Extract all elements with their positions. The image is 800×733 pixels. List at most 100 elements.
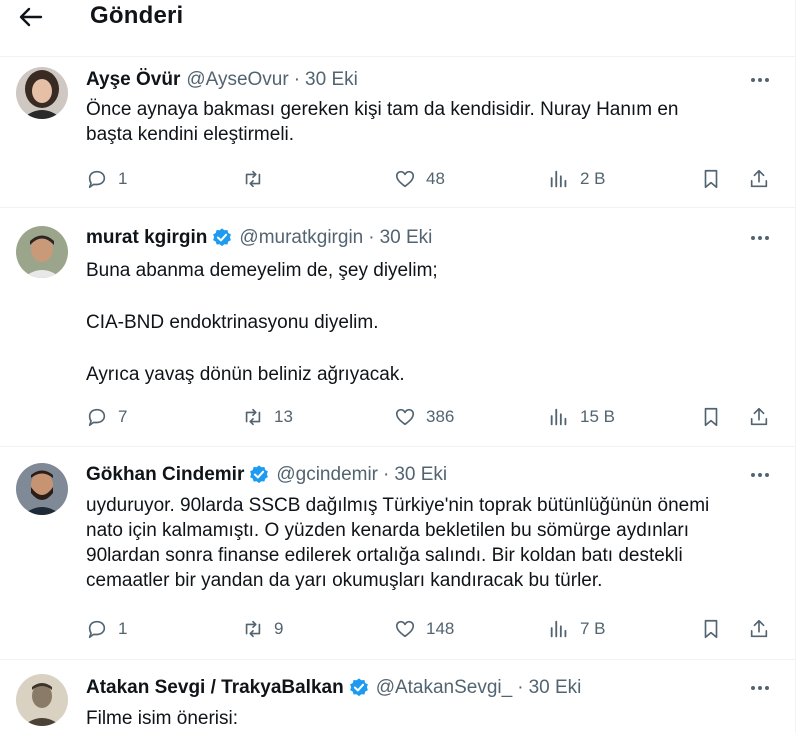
views-button[interactable]: 15 B: [548, 404, 615, 430]
author-handle[interactable]: @AtakanSevgi_: [376, 677, 513, 699]
post-paragraph: Filme isim önerisi:: [86, 708, 239, 729]
post-paragraph: Ayrıca yavaş dönün beliniz ağrıyacak.: [86, 364, 405, 385]
post-paragraph: CIA-BND endoktrinasyonu diyelim.: [86, 312, 379, 333]
author-name[interactable]: Gökhan Cindemir: [86, 464, 244, 486]
views-icon: [550, 408, 567, 426]
avatar[interactable]: [16, 674, 68, 726]
bookmark-icon: [704, 407, 718, 427]
post-header: Ayşe Övür @AyseOvur · 30 Eki: [86, 69, 358, 91]
post-text: Filme isim önerisi:: [86, 706, 776, 731]
views-button[interactable]: 7 B: [548, 616, 606, 642]
reply-button[interactable]: 7: [86, 404, 127, 430]
separator-dot: ·: [368, 227, 375, 248]
post-header: Atakan Sevgi / TrakyaBalkan @AtakanSevgi…: [86, 677, 581, 699]
post-text: uyduruyor. 90larda SSCB dağılmış Türkiye…: [86, 493, 776, 593]
like-button[interactable]: 48: [394, 166, 445, 192]
author-name[interactable]: Ayşe Övür: [86, 69, 180, 91]
post-time[interactable]: 30 Eki: [380, 227, 433, 249]
post-actions: 1 9 148 7 B: [86, 616, 776, 642]
repost-button[interactable]: [242, 166, 264, 192]
bookmark-icon: [704, 619, 718, 639]
post-time[interactable]: 30 Eki: [394, 464, 447, 486]
reply-count: 1: [118, 619, 128, 638]
repost-icon: [245, 170, 261, 188]
post-actions: 1 48 2 B: [86, 166, 776, 192]
repost-icon: [245, 620, 261, 638]
reply-icon: [88, 170, 106, 189]
like-icon: [395, 620, 415, 638]
reply-button[interactable]: 1: [86, 166, 127, 192]
author-handle[interactable]: @gcindemir: [276, 464, 378, 486]
repost-icon: [245, 408, 261, 426]
like-button[interactable]: 148: [394, 616, 454, 642]
more-options-button[interactable]: [748, 228, 772, 248]
views-count: 7 B: [580, 619, 606, 638]
more-options-button[interactable]: [748, 678, 772, 698]
share-icon: [750, 169, 768, 188]
separator-dot: ·: [383, 464, 390, 485]
like-count: 48: [426, 169, 445, 188]
reply-icon: [88, 620, 106, 639]
arrow-left-icon: [19, 7, 43, 27]
bookmark-icon: [704, 169, 718, 189]
avatar[interactable]: [16, 463, 68, 515]
repost-button[interactable]: 9: [242, 616, 283, 642]
post-paragraph: uyduruyor. 90larda SSCB dağılmış Türkiye…: [86, 495, 710, 591]
like-count: 386: [426, 407, 455, 426]
back-button[interactable]: [14, 4, 48, 30]
reply-count: 7: [118, 407, 128, 426]
post-time[interactable]: 30 Eki: [305, 69, 358, 91]
column-border: [795, 0, 796, 732]
author-name[interactable]: Atakan Sevgi / TrakyaBalkan: [86, 677, 344, 699]
post-actions: 7 13 386 15 B: [86, 404, 776, 430]
post-header: Gökhan Cindemir @gcindemir · 30 Eki: [86, 464, 447, 486]
views-icon: [550, 620, 567, 638]
post-paragraph: Buna abanma demeyelim de, şey diyelim;: [86, 260, 438, 281]
reply-icon: [88, 408, 106, 427]
post[interactable]: murat kgirgin @muratkgirgin · 30 Eki Bun…: [0, 207, 795, 446]
like-icon: [395, 170, 415, 188]
views-button[interactable]: 2 B: [548, 166, 606, 192]
more-options-button[interactable]: [748, 70, 772, 90]
post[interactable]: Atakan Sevgi / TrakyaBalkan @AtakanSevgi…: [0, 659, 795, 733]
share-button[interactable]: [748, 166, 770, 192]
repost-button[interactable]: 13: [242, 404, 293, 430]
post[interactable]: Gökhan Cindemir @gcindemir · 30 Eki uydu…: [0, 446, 795, 659]
verified-badge-icon: [248, 464, 270, 486]
reply-button[interactable]: 1: [86, 616, 127, 642]
verified-badge-icon: [211, 227, 233, 249]
share-button[interactable]: [748, 616, 770, 642]
repost-count: 13: [274, 407, 293, 426]
share-button[interactable]: [748, 404, 770, 430]
separator-dot: ·: [293, 69, 301, 90]
author-handle[interactable]: @AyseOvur: [186, 69, 288, 91]
post-paragraph: Önce aynaya bakması gereken kişi tam da …: [86, 99, 679, 145]
post-time[interactable]: 30 Eki: [529, 677, 582, 699]
bookmark-button[interactable]: [700, 616, 722, 642]
more-icon: [751, 236, 769, 240]
avatar[interactable]: [16, 67, 68, 119]
author-handle[interactable]: @muratkgirgin: [239, 227, 363, 249]
bookmark-button[interactable]: [700, 404, 722, 430]
like-count: 148: [426, 619, 455, 638]
repost-count: 9: [274, 619, 284, 638]
more-icon: [751, 78, 769, 82]
share-icon: [750, 407, 768, 426]
post[interactable]: Ayşe Övür @AyseOvur · 30 Eki Önce aynaya…: [0, 56, 795, 207]
avatar[interactable]: [16, 226, 68, 278]
bookmark-button[interactable]: [700, 166, 722, 192]
verified-badge-icon: [348, 677, 370, 699]
more-icon: [751, 686, 769, 690]
author-name[interactable]: murat kgirgin: [86, 227, 207, 249]
separator-dot: ·: [517, 677, 524, 698]
post-text: Buna abanma demeyelim de, şey diyelim; C…: [86, 258, 776, 387]
share-icon: [750, 619, 768, 638]
views-count: 2 B: [580, 169, 606, 188]
views-icon: [550, 170, 567, 188]
page-title: Gönderi: [90, 2, 184, 29]
like-icon: [395, 408, 415, 426]
more-icon: [751, 473, 769, 477]
more-options-button[interactable]: [748, 465, 772, 485]
post-header: murat kgirgin @muratkgirgin · 30 Eki: [86, 227, 432, 249]
like-button[interactable]: 386: [394, 404, 454, 430]
